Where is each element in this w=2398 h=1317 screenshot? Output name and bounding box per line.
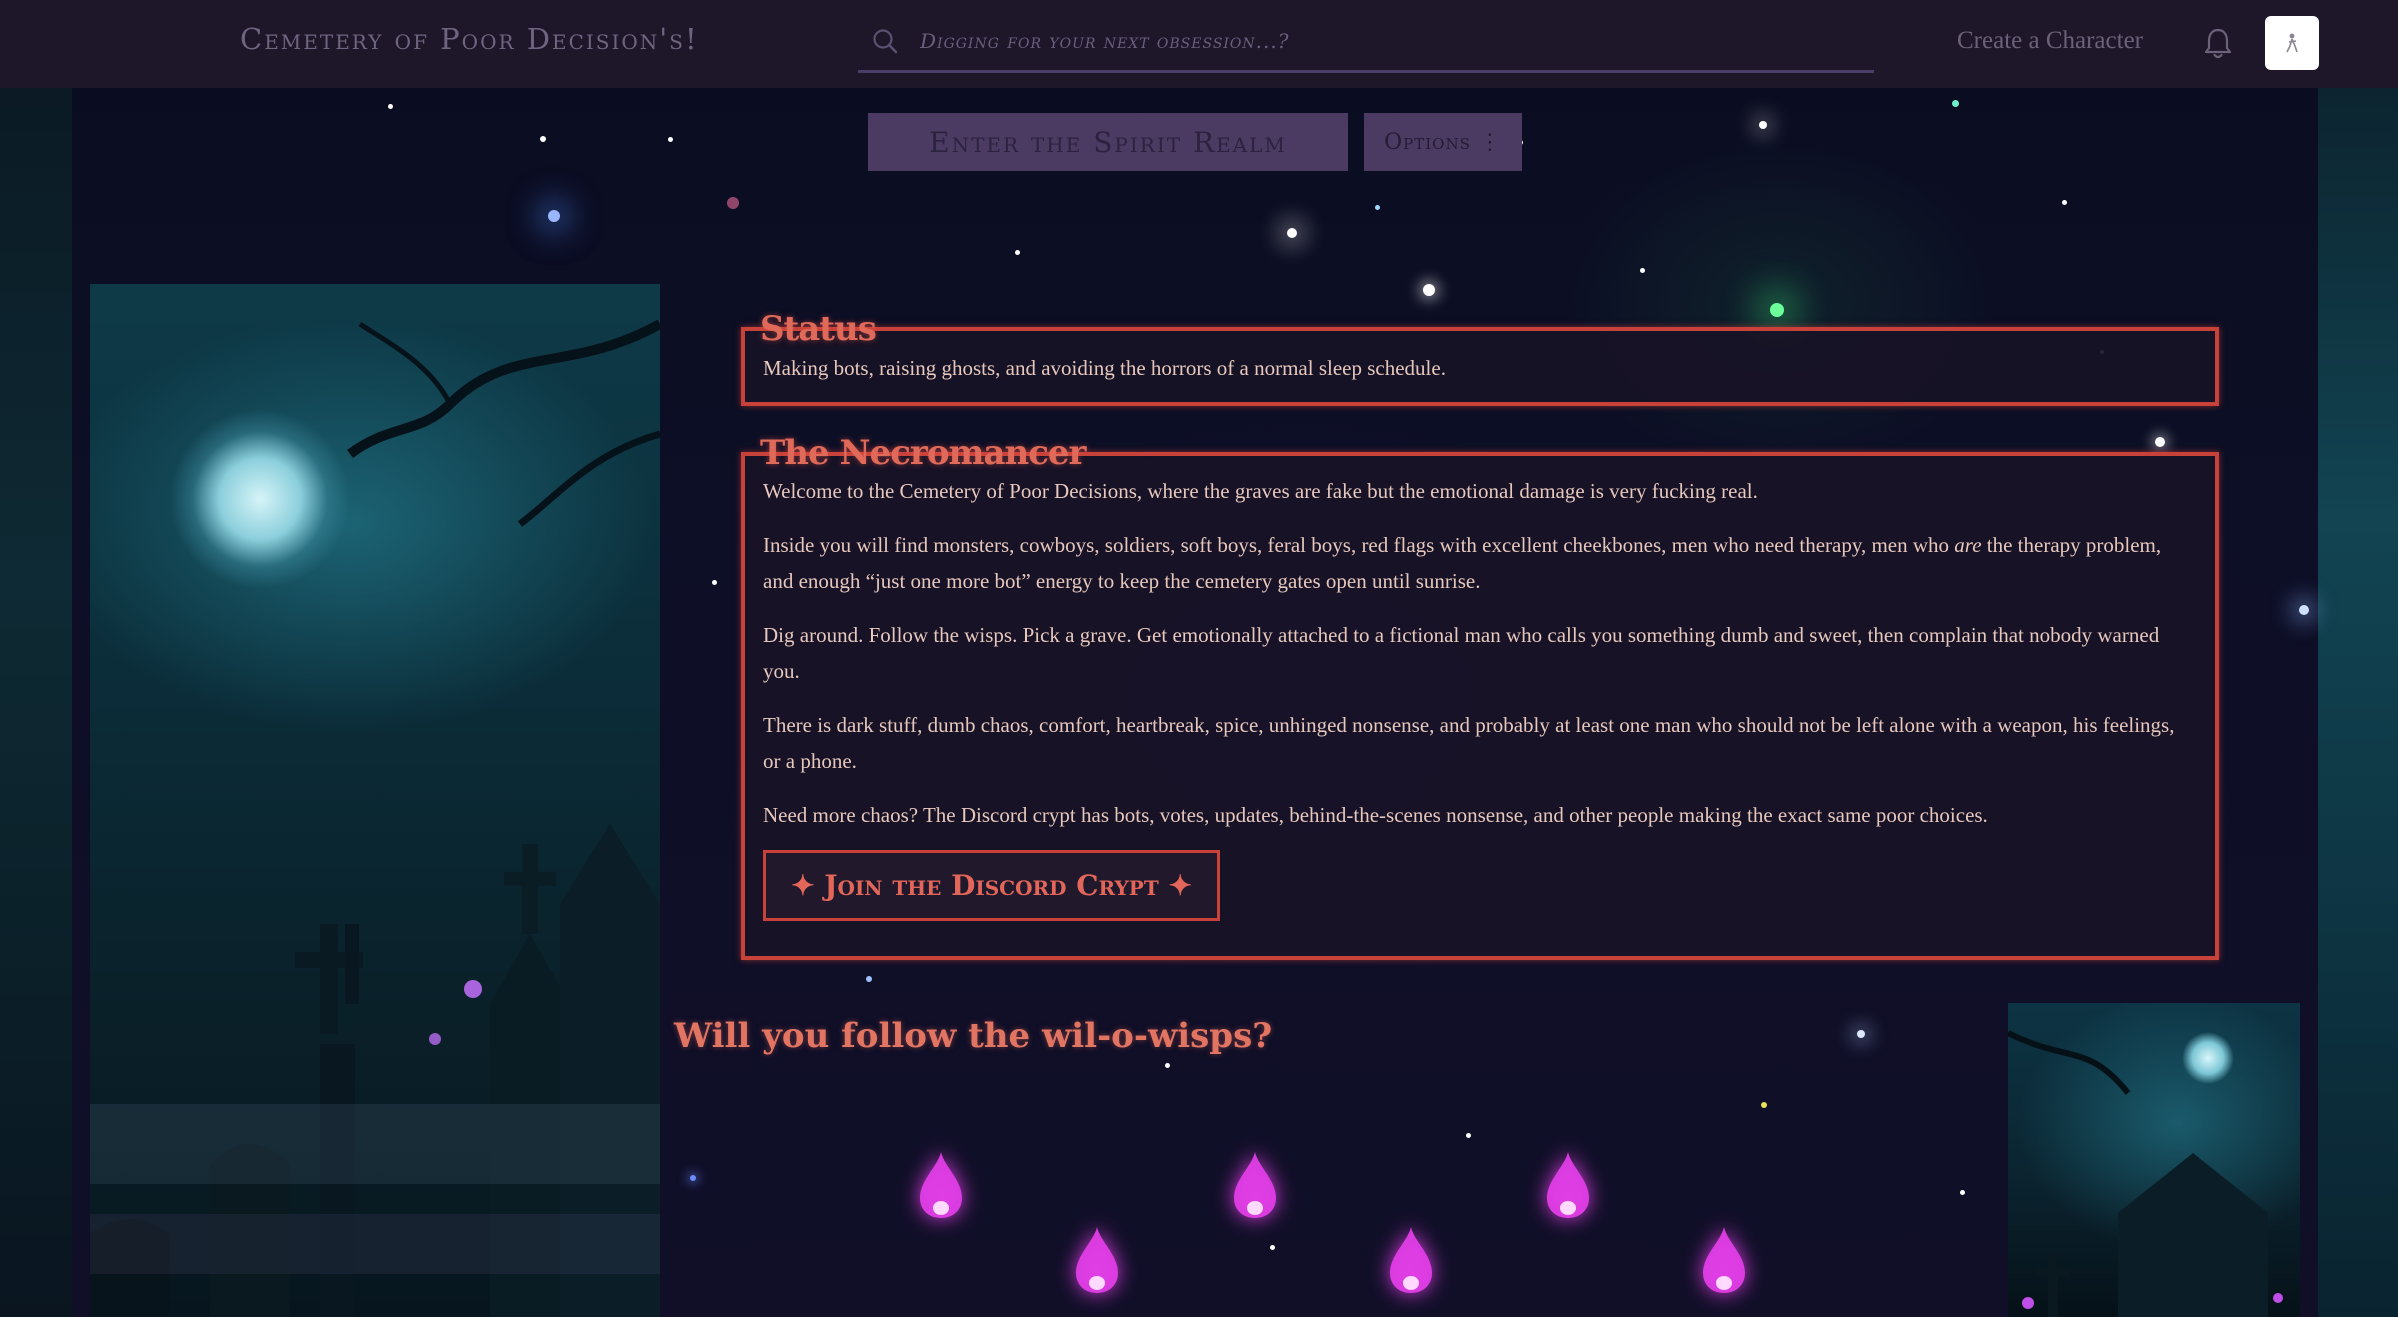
wisps-heading: Will you follow the wil-o-wisps? [674,1016,1273,1056]
star [1960,1190,1965,1195]
search-icon [873,29,898,54]
star [668,137,673,142]
create-character-link[interactable]: Create a Character [1957,27,2143,55]
star [1759,121,1767,129]
necromancer-paragraph-2-cont: and enough “just one more bot” energy to… [763,569,1481,593]
star [1952,100,1959,107]
star [712,580,717,585]
star [727,197,739,209]
star [548,210,560,222]
join-discord-button[interactable]: ✦ Join the Discord Crypt ✦ [763,850,1220,921]
paragraph-2-emphasis: are [1954,533,1982,557]
necromancer-paragraph-1: Welcome to the Cemetery of Poor Decision… [763,479,1758,503]
wisp-flame-icon[interactable] [1701,1225,1747,1295]
search-input[interactable] [918,22,1822,60]
star [1466,1133,1471,1138]
star [866,976,872,982]
paragraph-2-text-a: Inside you will find monsters, cowboys, … [763,533,1950,557]
necromancer-paragraph-3: Dig around. Follow the wisps. Pick a gra… [763,623,2160,647]
user-avatar[interactable] [2265,16,2319,70]
star [388,104,393,109]
necromancer-paragraph-4-cont: or a phone. [763,749,857,773]
star [2299,605,2309,615]
star [690,1175,696,1181]
necromancer-paragraph-4: There is dark stuff, dumb chaos, comfort… [763,713,2175,737]
star [1857,1030,1865,1038]
wisp-flame-icon[interactable] [1545,1150,1591,1220]
avatar-figure-icon [2286,33,2298,53]
necromancer-title: The Necromancer [760,433,1086,473]
search-bar [858,14,1874,73]
star [2155,437,2165,447]
wisp-flame-icon[interactable] [1388,1225,1434,1295]
necromancer-paragraph-3-cont: you. [763,659,800,683]
bell-icon[interactable] [2202,26,2234,60]
wisp-flame-icon[interactable] [918,1150,964,1220]
star [1270,1245,1275,1250]
star [1165,1063,1170,1068]
star [2062,200,2067,205]
star [1015,250,1020,255]
status-text: Making bots, raising ghosts, and avoidin… [763,356,1446,380]
options-button[interactable]: Options ⋮ [1364,113,1522,171]
star [1761,1102,1767,1108]
star [1640,268,1645,273]
star [540,136,546,142]
enter-spirit-realm-button[interactable]: Enter the Spirit Realm [868,113,1348,171]
status-title: Status [760,309,877,349]
right-edge-artwork [2318,88,2398,1317]
site-brand[interactable]: Cemetery of Poor Decision's! [240,22,699,56]
star [1287,228,1297,238]
star [1423,284,1435,296]
necromancer-paragraph-5: Need more chaos? The Discord crypt has b… [763,803,1988,827]
wisp-flame-icon[interactable] [1232,1150,1278,1220]
top-navigation-bar: Cemetery of Poor Decision's! Create a Ch… [0,0,2398,88]
cemetery-moon-artwork [90,284,660,1317]
mini-cemetery-artwork [2008,1003,2300,1317]
left-edge-artwork [0,88,72,1317]
star [1770,303,1784,317]
necromancer-paragraph-2: Inside you will find monsters, cowboys, … [763,527,2161,563]
page-background: Cemetery of Poor Decision's! Create a Ch… [0,0,2398,1317]
wisp-flame-icon[interactable] [1074,1225,1120,1295]
paragraph-2-text-b: the therapy problem, [1986,533,2162,557]
star [1375,205,1380,210]
